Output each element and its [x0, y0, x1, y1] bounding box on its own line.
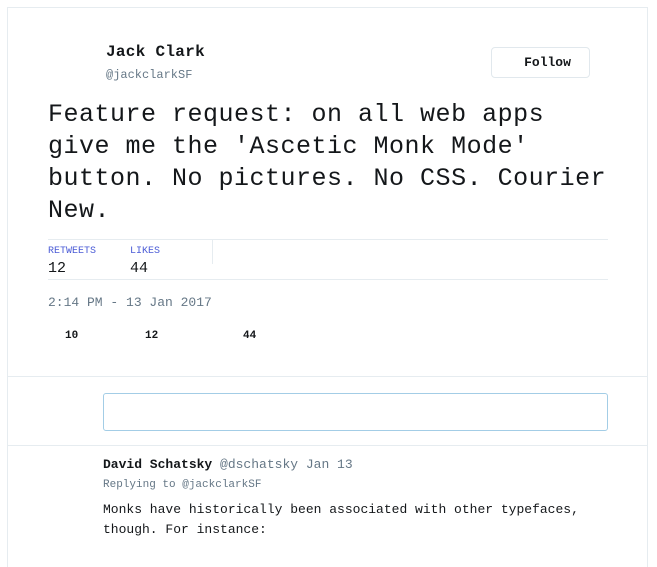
- like-action-count[interactable]: 44: [243, 330, 256, 342]
- reply-author-name[interactable]: David Schatsky: [103, 457, 212, 472]
- retweets-count: 12: [48, 260, 67, 277]
- author-name[interactable]: Jack Clark: [106, 43, 205, 61]
- reply-author-meta[interactable]: @dschatsky Jan 13: [220, 457, 353, 472]
- tweet-stats: RETWEETS 12 LIKES 44: [48, 239, 608, 280]
- tweet-card: Jack Clark @jackclarkSF Follow Feature r…: [7, 7, 648, 567]
- tweet-text: Feature request: on all web apps give me…: [48, 100, 622, 225]
- reply-input[interactable]: [103, 393, 608, 431]
- tweet-timestamp[interactable]: 2:14 PM - 13 Jan 2017: [48, 295, 212, 310]
- follow-button[interactable]: Follow: [491, 47, 590, 78]
- reply-text: Monks have historically been associated …: [103, 502, 579, 537]
- section-divider: [8, 445, 647, 446]
- reply-author-line: David Schatsky @dschatsky Jan 13: [103, 457, 353, 472]
- likes-stat[interactable]: LIKES 44: [130, 246, 160, 280]
- stats-divider: [212, 240, 213, 264]
- section-divider: [8, 376, 647, 377]
- likes-count: 44: [130, 260, 149, 277]
- reply-action-count[interactable]: 10: [65, 330, 78, 342]
- replying-to: Replying to @jackclarkSF: [103, 479, 262, 491]
- likes-label: LIKES: [130, 246, 161, 257]
- author-handle[interactable]: @jackclarkSF: [106, 68, 192, 82]
- retweet-action-count[interactable]: 12: [145, 330, 158, 342]
- retweets-label: RETWEETS: [48, 246, 97, 257]
- retweets-stat[interactable]: RETWEETS 12: [48, 246, 96, 280]
